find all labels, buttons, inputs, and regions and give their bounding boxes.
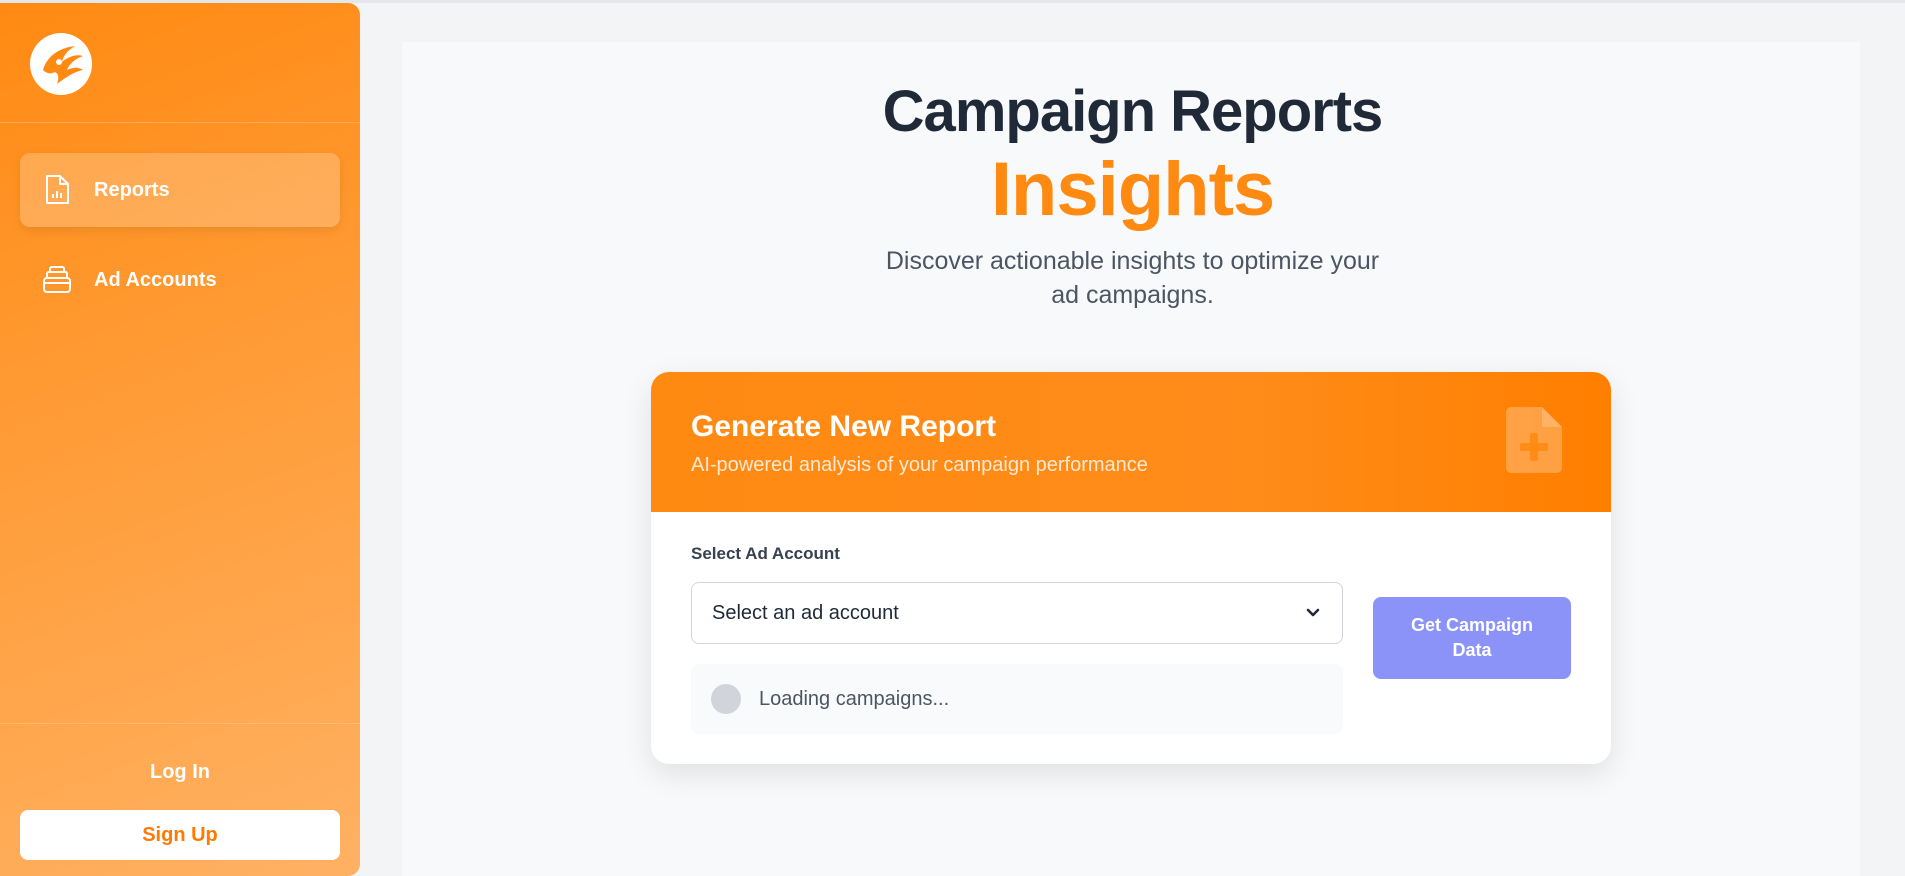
sidebar-item-label: Reports: [94, 178, 170, 201]
select-value: Select an ad account: [712, 601, 899, 624]
sidebar-item-label: Ad Accounts: [94, 268, 217, 291]
description-line: Discover actionable insights to optimize…: [885, 247, 1380, 275]
sidebar-header: [0, 3, 360, 123]
select-ad-account-label: Select Ad Account: [691, 544, 840, 563]
loading-campaigns: Loading campaigns...: [691, 664, 1343, 734]
card-title: Generate New Report: [691, 410, 997, 443]
sidebar: Reports Ad Accounts Log In Sign Up: [0, 3, 360, 876]
get-campaign-data-button[interactable]: Get Campaign Data: [1373, 597, 1571, 679]
ad-account-select[interactable]: Select an ad account: [691, 582, 1343, 644]
card-subtitle: AI-powered analysis of your campaign per…: [691, 454, 1148, 476]
loading-spinner-icon: [711, 684, 741, 714]
page-subtitle: Insights: [990, 147, 1275, 232]
description-line: ad campaigns.: [1051, 281, 1214, 309]
login-button[interactable]: Log In: [20, 754, 340, 790]
page-description: Discover actionable insights to optimize…: [360, 244, 1905, 312]
page-title: Campaign Reports: [882, 79, 1384, 144]
sidebar-auth: Log In Sign Up: [0, 723, 360, 876]
sidebar-item-reports[interactable]: Reports: [20, 153, 340, 227]
chevron-down-icon: [1306, 608, 1320, 617]
loading-text: Loading campaigns...: [759, 687, 950, 710]
signup-button[interactable]: Sign Up: [20, 810, 340, 860]
document-plus-icon: [1506, 407, 1562, 473]
generate-report-card: Generate New Report AI-powered analysis …: [651, 372, 1611, 764]
stacked-accounts-icon: [42, 265, 72, 295]
card-header: Generate New Report AI-powered analysis …: [651, 372, 1611, 512]
phoenix-logo-icon[interactable]: [29, 32, 93, 96]
report-document-icon: [42, 175, 72, 205]
sidebar-item-ad-accounts[interactable]: Ad Accounts: [20, 243, 340, 317]
